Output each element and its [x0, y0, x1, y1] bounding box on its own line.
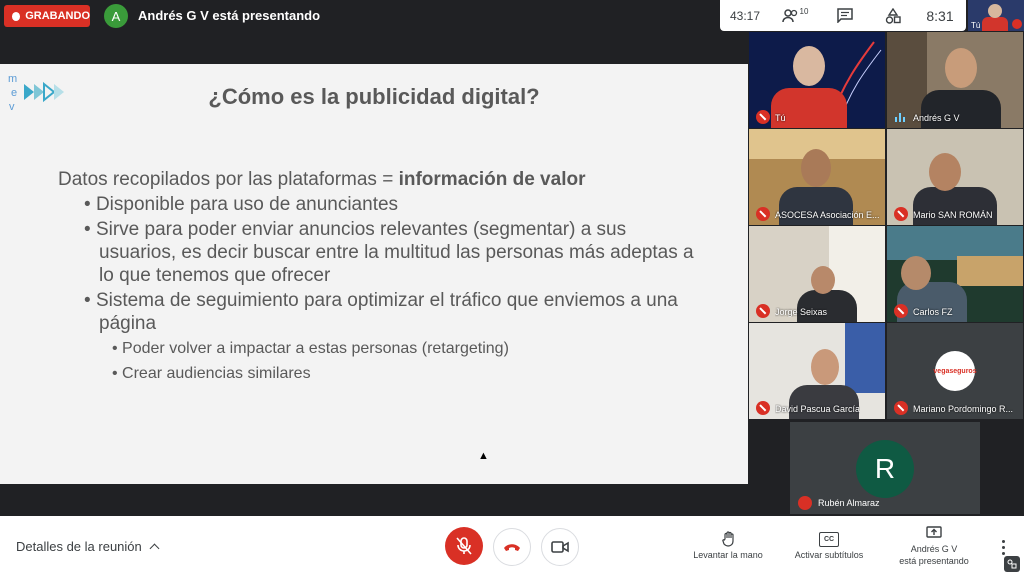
leave-call-button[interactable] — [493, 528, 531, 566]
mic-off-icon — [894, 304, 908, 318]
raise-hand-label: Levantar la mano — [693, 550, 763, 560]
participant-tile[interactable]: Carlos FZ — [887, 226, 1023, 322]
closed-captions-icon[interactable]: CC — [819, 532, 839, 547]
mic-off-icon — [798, 496, 812, 510]
raise-hand-button[interactable] — [719, 530, 739, 548]
mic-off-icon — [894, 207, 908, 221]
speaking-indicator-icon — [895, 113, 905, 122]
people-icon — [781, 8, 797, 22]
participant-name: David Pascua García — [775, 404, 861, 414]
bullet-text: Sirve para poder enviar anuncios relevan… — [95, 219, 694, 286]
hang-up-icon — [504, 544, 520, 551]
sub-bullet-text: Crear audiencias similares — [122, 365, 311, 382]
activities-shortcut-button[interactable] — [1004, 556, 1020, 572]
vegaseguros-logo: vegaseguros — [933, 351, 977, 391]
more-dot-icon — [1001, 545, 1005, 549]
mic-off-icon — [456, 537, 472, 555]
presenter-avatar: A — [104, 4, 128, 28]
mic-off-icon — [756, 110, 770, 124]
slide-bullet: • Sirve para poder enviar anuncios relev… — [84, 219, 694, 286]
mic-off-icon — [1012, 19, 1022, 29]
presenter-status-text: Andrés G V está presentando — [138, 8, 321, 23]
recording-dot-icon — [12, 11, 21, 21]
sub-bullet-text: Poder volver a impactar a estas personas… — [122, 340, 509, 357]
slide-sub-bullet: • Crear audiencias similares — [112, 365, 311, 382]
slide-content: Datos recopilados por las plataformas = … — [58, 168, 698, 387]
participant-tile[interactable]: ASOCESA Asociación E... — [749, 129, 885, 225]
presentation-slide: m e v ¿Cómo es la publicidad digital? Da… — [0, 64, 748, 484]
recording-label: GRABANDO — [25, 10, 90, 22]
elapsed-time: 43:17 — [729, 8, 761, 23]
slide-bullet: • Disponible para uso de anunciantes — [84, 194, 399, 215]
presenting-label: Andrés G V está presentando — [890, 543, 978, 567]
more-dot-icon — [1001, 551, 1005, 555]
meeting-details-button[interactable]: Detalles de la reunión — [16, 539, 160, 554]
bottom-control-bar: Detalles de la reunión Levantar la mano … — [0, 516, 1024, 576]
video-camera-icon — [551, 541, 569, 553]
activities-button[interactable] — [870, 7, 916, 24]
chat-icon — [837, 8, 853, 23]
participant-avatar: R — [856, 440, 914, 498]
slide-lead-line: Datos recopilados por las plataformas = … — [58, 168, 698, 191]
participant-tile[interactable]: vegaseguros Mariano Pordomingo R... — [887, 323, 1023, 419]
slide-bullet: • Sistema de seguimiento para optimizar … — [84, 290, 678, 334]
slide-sub-bullet: • Poder volver a impactar a estas person… — [112, 340, 509, 357]
recording-badge[interactable]: GRABANDO — [4, 5, 90, 27]
self-view-thumbnail[interactable]: Tú — [968, 0, 1024, 31]
participant-tile[interactable]: R Rubén Almaraz — [790, 422, 980, 514]
participant-name: Carlos FZ — [913, 307, 953, 317]
camera-toggle-button[interactable] — [541, 528, 579, 566]
captions-label: Activar subtítulos — [794, 550, 864, 560]
meeting-details-label: Detalles de la reunión — [16, 539, 142, 554]
participant-tile[interactable]: Mario SAN ROMÁN — [887, 129, 1023, 225]
bullet-text: Sistema de seguimiento para optimizar el… — [95, 290, 678, 334]
participant-name: ASOCESA Asociación E... — [775, 210, 880, 220]
mic-off-icon — [756, 304, 770, 318]
mic-off-icon — [756, 401, 770, 415]
participants-count: 10 — [799, 7, 809, 16]
shapes-icon — [1007, 559, 1017, 569]
mouse-cursor-icon: ▲ — [478, 450, 489, 462]
slide-title: ¿Cómo es la publicidad digital? — [208, 84, 540, 109]
top-info-panel: 43:17 10 8:31 — [720, 0, 966, 31]
mic-off-icon — [894, 401, 908, 415]
participant-tile[interactable]: Tú — [749, 32, 885, 128]
presenting-label-line1: Andrés G V — [910, 544, 958, 554]
lead-text: Datos recopilados por las plataformas = — [58, 169, 399, 190]
participant-tile[interactable]: Jorge Seixas — [749, 226, 885, 322]
mic-toggle-button[interactable] — [445, 527, 483, 565]
participant-name: Andrés G V — [913, 113, 960, 123]
chat-button[interactable] — [820, 8, 870, 23]
shapes-icon — [885, 7, 901, 24]
presenting-label-line2: está presentando — [899, 556, 969, 566]
chevron-up-icon — [149, 543, 160, 554]
participant-name: Rubén Almaraz — [818, 498, 880, 508]
more-options-button[interactable] — [998, 538, 1008, 556]
participants-button[interactable]: 10 — [770, 7, 820, 23]
hand-icon — [722, 531, 734, 547]
lead-bold-text: información de valor — [398, 169, 586, 190]
participant-name: Mario SAN ROMÁN — [913, 210, 993, 220]
participant-tile[interactable]: David Pascua García — [749, 323, 885, 419]
more-dot-icon — [1001, 539, 1005, 543]
participant-name: Jorge Seixas — [775, 307, 828, 317]
present-screen-icon — [926, 526, 942, 538]
participant-name: Mariano Pordomingo R... — [913, 404, 1014, 414]
participant-name: Tú — [775, 113, 786, 123]
clock: 8:31 — [926, 7, 954, 24]
mic-off-icon — [756, 207, 770, 221]
participant-tile[interactable]: Andrés G V — [887, 32, 1023, 128]
self-view-label: Tú — [971, 21, 981, 30]
present-screen-button[interactable] — [926, 526, 942, 538]
bullet-text: Disponible para uso de anunciantes — [95, 194, 399, 215]
